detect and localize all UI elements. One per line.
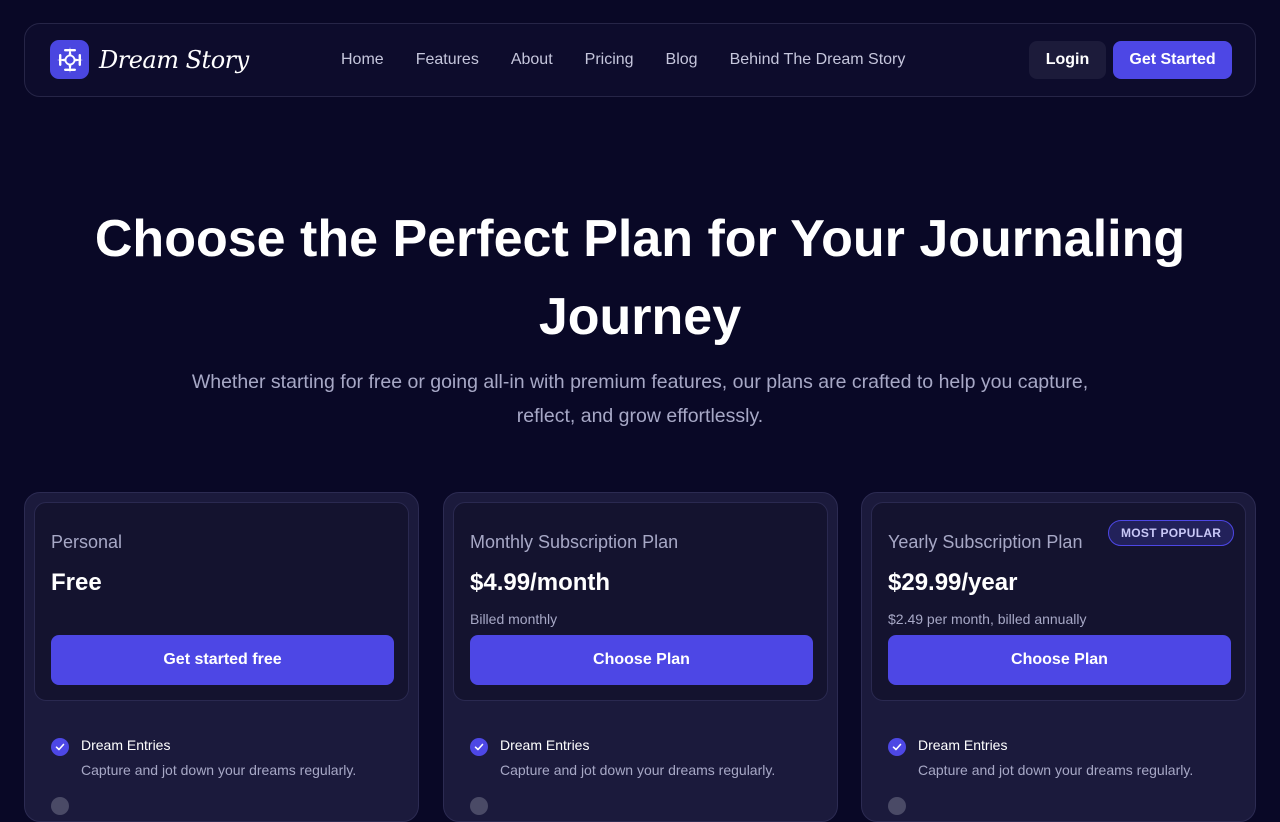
feature-description: Capture and jot down your dreams regular…: [81, 762, 357, 778]
most-popular-badge: MOST POPULAR: [1108, 520, 1235, 546]
page-title: Choose the Perfect Plan for Your Journal…: [94, 210, 1186, 346]
feature-title: Dream Entries: [918, 737, 1008, 753]
plan-name: Monthly Subscription Plan: [470, 532, 679, 552]
login-button[interactable]: Login: [1029, 41, 1106, 79]
plan-billing-note: $2.49 per month, billed annually: [888, 611, 1087, 627]
top-navbar: Dream Story Home Features About Pricing …: [24, 23, 1256, 97]
plan-name: Yearly Subscription Plan: [888, 532, 1083, 552]
page-subtitle: Whether starting for free or going all-i…: [191, 371, 1089, 427]
plan-price: Free: [51, 569, 102, 596]
nav-link-blog[interactable]: Blog: [666, 51, 698, 69]
check-circle-icon: [888, 738, 906, 756]
plan-name: Personal: [51, 532, 123, 552]
check-circle-icon: [470, 738, 488, 756]
brand-logo[interactable]: Dream Story: [50, 40, 249, 79]
get-started-button[interactable]: Get Started: [1113, 41, 1232, 79]
brand-name: Dream Story: [99, 45, 249, 74]
nav-link-about[interactable]: About: [511, 51, 553, 69]
plan-header: Yearly Subscription Plan MOST POPULAR $2…: [871, 502, 1246, 701]
check-circle-icon: [51, 738, 69, 756]
plan-card-yearly: Yearly Subscription Plan MOST POPULAR $2…: [861, 492, 1256, 822]
plan-card-monthly: Monthly Subscription Plan $4.99/month Bi…: [443, 492, 838, 822]
plan-card-personal: Personal Free Get started free Dream Ent…: [24, 492, 419, 822]
nav-link-pricing[interactable]: Pricing: [585, 51, 634, 69]
choose-plan-button[interactable]: Choose Plan: [888, 635, 1231, 685]
nav-links: Home Features About Pricing Blog Behind …: [341, 51, 937, 69]
get-started-free-button[interactable]: Get started free: [51, 635, 394, 685]
nav-link-home[interactable]: Home: [341, 51, 384, 69]
feature-title: Dream Entries: [500, 737, 590, 753]
plan-billing-note: Billed monthly: [470, 611, 558, 627]
feature-title: Dream Entries: [81, 737, 171, 753]
compass-star-icon: [50, 40, 89, 79]
plan-price: $29.99/year: [888, 569, 1018, 596]
feature-description: Capture and jot down your dreams regular…: [500, 762, 776, 778]
nav-link-features[interactable]: Features: [416, 51, 479, 69]
plan-header: Personal Free Get started free: [34, 502, 409, 701]
nav-link-behind-the-dream-story[interactable]: Behind The Dream Story: [730, 51, 906, 69]
plan-header: Monthly Subscription Plan $4.99/month Bi…: [453, 502, 828, 701]
feature-description: Capture and jot down your dreams regular…: [918, 762, 1194, 778]
choose-plan-button[interactable]: Choose Plan: [470, 635, 813, 685]
plan-price: $4.99/month: [470, 569, 611, 596]
